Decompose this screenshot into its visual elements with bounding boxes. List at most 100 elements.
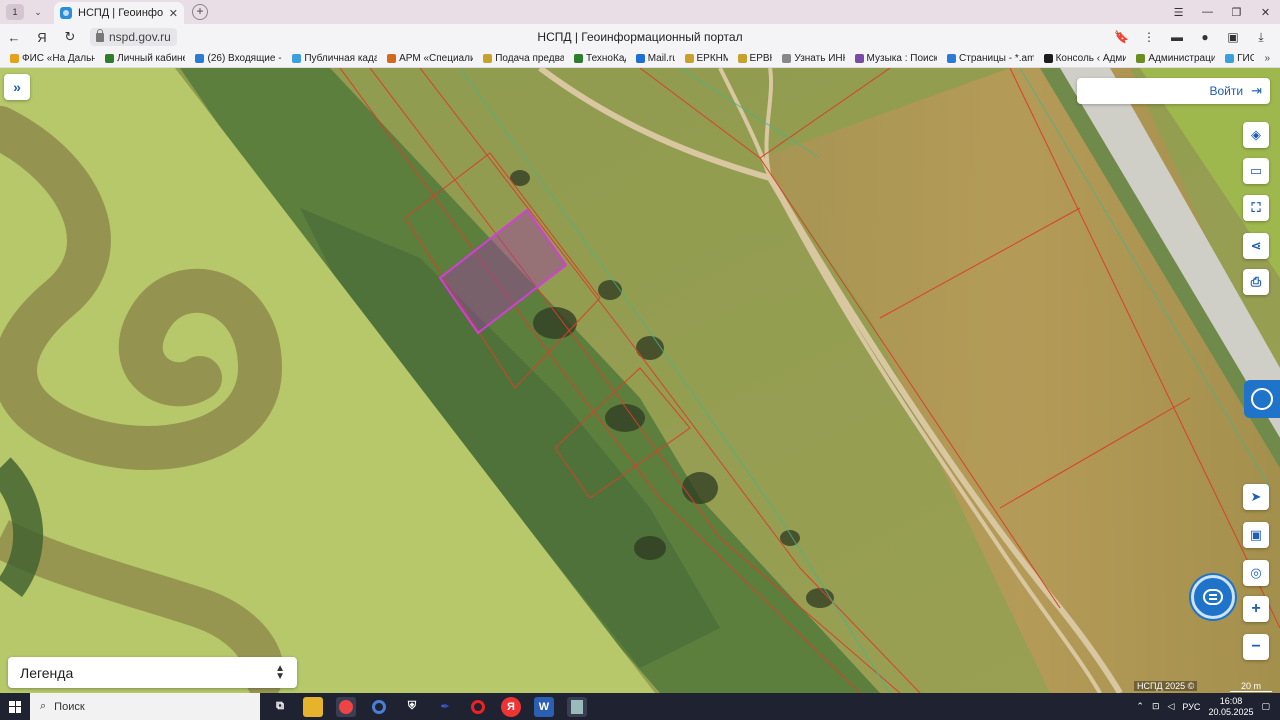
network-icon[interactable]: ⊡ xyxy=(1152,701,1160,712)
bookmarks-overflow-icon[interactable]: » xyxy=(1264,53,1280,64)
bookmark-item[interactable]: Публичная кадас xyxy=(292,53,377,64)
extension-icon[interactable]: ● xyxy=(1198,30,1212,44)
clock-time: 16:08 xyxy=(1219,695,1243,706)
bookmark-label: Страницы - *.amu xyxy=(959,53,1034,64)
zoom-out-button[interactable]: − xyxy=(1243,634,1269,660)
expand-panel-button[interactable]: » xyxy=(4,74,30,100)
bookmark-favicon-icon xyxy=(782,54,792,63)
bookmark-item[interactable]: Личный кабинет xyxy=(105,53,185,64)
restore-icon[interactable]: ❐ xyxy=(1222,6,1251,19)
taskbar-search[interactable]: ⌕ Поиск xyxy=(30,693,260,720)
yandex-browser-icon[interactable] xyxy=(336,696,356,717)
bookmark-item[interactable]: ЕРКНМ xyxy=(684,53,728,64)
app-shield-icon[interactable]: ⛨ xyxy=(402,697,422,717)
share-button[interactable]: ⋖ xyxy=(1243,233,1269,259)
picture-in-picture-button[interactable]: ▣ xyxy=(1243,522,1269,548)
close-window-icon[interactable]: ✕ xyxy=(1251,6,1280,19)
bookmark-item[interactable]: ЕРВК xyxy=(737,53,773,64)
bookmark-item[interactable]: АРМ «Специалис xyxy=(387,53,473,64)
bookmark-item[interactable]: Консоль ‹ Админ xyxy=(1043,53,1127,64)
incognito-icon[interactable]: ▬ xyxy=(1170,30,1184,44)
bookmark-item[interactable]: ТехноКад xyxy=(574,53,626,64)
collections-icon[interactable]: ▣ xyxy=(1226,30,1240,44)
tab-counter[interactable]: 1 xyxy=(6,4,24,20)
geo-search-button[interactable]: ◎ xyxy=(1243,560,1269,586)
print-button[interactable]: ⎙ xyxy=(1243,269,1269,295)
bookmark-item[interactable]: Музыка : Поиск - xyxy=(854,53,937,64)
bookmark-label: (26) Входящие - Г xyxy=(207,53,283,64)
app-document-icon[interactable] xyxy=(567,696,587,717)
map-viewport[interactable]: » Войти ⇥ ◈ ▭ ⛶ ⋖ ⎙ ➤ ▣ ◎ + − Легенда ▲ ▼… xyxy=(0,68,1280,693)
login-button[interactable]: Войти ⇥ xyxy=(1077,78,1270,104)
bookmark-favicon-icon xyxy=(1225,54,1235,63)
file-explorer-icon[interactable] xyxy=(303,696,323,717)
picture-in-picture-icon: ▣ xyxy=(1249,527,1263,542)
downloads-icon[interactable]: ⤓ xyxy=(1254,30,1268,45)
yandex-home-icon[interactable]: Я xyxy=(28,30,56,45)
chat-button[interactable] xyxy=(1191,575,1235,619)
bookmark-item[interactable]: ФИС «На Дальни xyxy=(10,53,95,64)
locate-button[interactable]: ➤ xyxy=(1243,484,1269,510)
legend-label: Легенда xyxy=(20,664,74,681)
bookmark-icon[interactable]: 🔖 xyxy=(1114,30,1129,44)
support-button[interactable] xyxy=(1244,380,1280,418)
language-indicator[interactable]: РУС xyxy=(1182,702,1200,712)
tray-expand-icon[interactable]: ⌃ xyxy=(1136,701,1144,712)
clock[interactable]: 16:08 20.05.2025 xyxy=(1208,696,1253,718)
bookmark-item[interactable]: Администрация xyxy=(1136,53,1215,64)
address-url: nspd.gov.ru xyxy=(109,30,171,44)
browser-titlebar: 1 ⌄ НСПД | Геоинформаци ✕ + ☰ — ❐ ✕ xyxy=(0,0,1280,24)
reload-icon[interactable]: ↻ xyxy=(56,29,84,45)
bookmark-label: ЕРКНМ xyxy=(696,53,728,64)
zoom-in-button[interactable]: + xyxy=(1243,596,1269,622)
word-icon[interactable]: W xyxy=(534,696,554,717)
layers-button[interactable]: ◈ xyxy=(1243,122,1269,148)
bookmark-favicon-icon xyxy=(1043,54,1053,63)
bookmark-item[interactable]: Подача предвар xyxy=(483,53,564,64)
tab-active[interactable]: НСПД | Геоинформаци ✕ xyxy=(54,2,184,24)
windows-logo-icon xyxy=(9,700,21,713)
notifications-icon[interactable]: ▢ xyxy=(1261,701,1270,712)
system-tray: ⌃ ⊡ ◁ РУС 16:08 20.05.2025 ▢ xyxy=(1136,696,1280,718)
yandex-icon[interactable]: Я xyxy=(501,696,521,717)
bookmark-item[interactable]: ГИС xyxy=(1225,53,1254,64)
bookmark-label: Mail.ru xyxy=(647,53,675,64)
minimize-icon[interactable]: — xyxy=(1193,6,1222,19)
bookmark-label: Подача предвар xyxy=(495,53,565,64)
tab-close-icon[interactable]: ✕ xyxy=(169,7,178,20)
task-view-icon[interactable]: ⧉ xyxy=(270,697,290,717)
start-button[interactable] xyxy=(0,700,30,713)
ruler-button[interactable]: ▭ xyxy=(1243,158,1269,184)
bookmark-favicon-icon xyxy=(292,54,302,63)
select-area-button[interactable]: ⛶ xyxy=(1243,195,1269,221)
opera-icon[interactable] xyxy=(468,697,488,717)
chevron-updown-icon: ▲ ▼ xyxy=(275,662,285,682)
back-icon[interactable]: ← xyxy=(0,30,28,45)
bookmark-favicon-icon xyxy=(854,54,864,63)
new-tab-button[interactable]: + xyxy=(192,4,208,20)
volume-icon[interactable]: ◁ xyxy=(1167,701,1174,712)
address-bar[interactable]: nspd.gov.ru xyxy=(90,28,177,46)
bookmark-item[interactable]: Узнать ИНН xyxy=(782,53,845,64)
bookmark-item[interactable]: Mail.ru xyxy=(635,53,675,64)
bookmark-favicon-icon xyxy=(635,54,645,63)
map-copyright: НСПД 2025 © xyxy=(1134,681,1198,691)
bookmark-label: Администрация xyxy=(1148,53,1216,64)
bookmark-label: ГИС xyxy=(1237,53,1254,64)
app-pen-icon[interactable]: ✒ xyxy=(435,697,455,717)
bookmark-favicon-icon xyxy=(1136,54,1146,63)
bookmark-favicon-icon xyxy=(105,54,115,63)
bookmark-item[interactable]: Страницы - *.amu xyxy=(947,53,1034,64)
bookmark-favicon-icon xyxy=(387,54,397,63)
more-icon[interactable]: ⋮ xyxy=(1142,30,1156,44)
support-icon xyxy=(1251,388,1273,410)
bookmark-label: ЕРВК xyxy=(749,53,773,64)
app-c-icon[interactable] xyxy=(369,697,389,717)
bookmark-item[interactable]: (26) Входящие - Г xyxy=(195,53,282,64)
browser-navbar: ← Я ↻ nspd.gov.ru НСПД | Геоинформационн… xyxy=(0,24,1280,50)
lock-icon xyxy=(96,28,104,42)
legend-dropdown[interactable]: Легенда ▲ ▼ xyxy=(8,657,297,688)
menu-icon[interactable]: ☰ xyxy=(1164,6,1193,19)
bookmark-label: Консоль ‹ Админ xyxy=(1055,53,1127,64)
tabs-dropdown-icon[interactable]: ⌄ xyxy=(30,4,46,20)
